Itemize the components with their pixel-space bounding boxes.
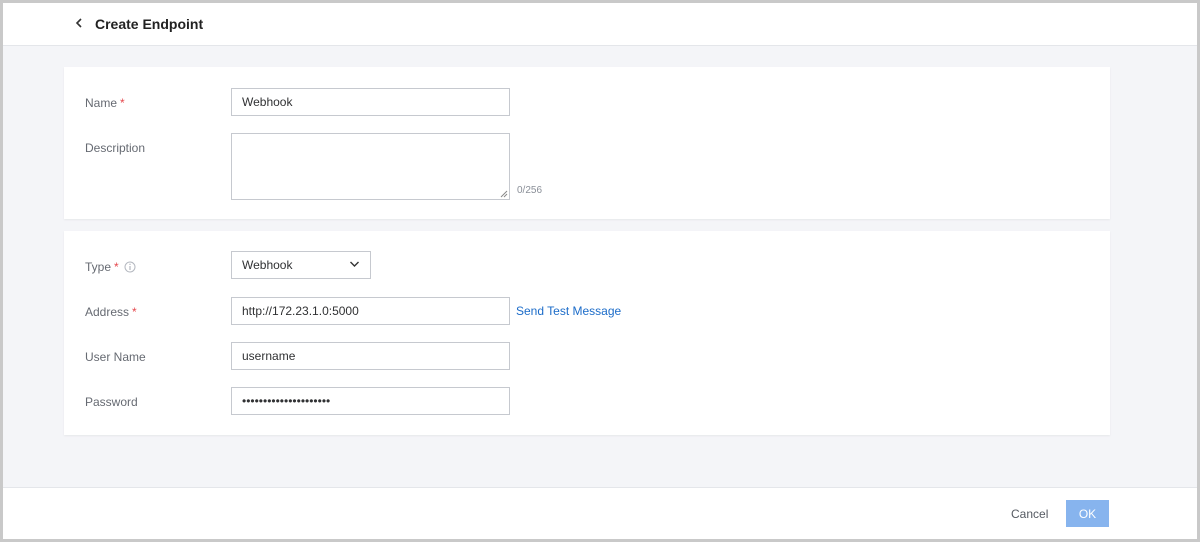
name-label: Name * — [85, 96, 125, 110]
address-input[interactable] — [231, 297, 510, 325]
page-frame: Create Endpoint Name* Description 0/256 … — [0, 0, 1200, 542]
username-label: User Name — [85, 350, 146, 364]
connection-section: Type* Webhook Address* Send Test Message… — [64, 231, 1110, 435]
page-title: Create Endpoint — [95, 16, 204, 32]
name-input[interactable] — [231, 88, 510, 116]
type-label: Type * — [85, 260, 136, 276]
resize-handle-icon[interactable] — [500, 190, 508, 198]
send-test-message-link[interactable]: Send Test Message — [516, 304, 621, 318]
required-mark: * — [132, 305, 137, 319]
required-mark: * — [120, 96, 125, 110]
type-select-value: Webhook — [242, 258, 293, 272]
chevron-down-icon — [350, 261, 359, 267]
username-input[interactable] — [231, 342, 510, 370]
page-footer: Cancel OK — [3, 487, 1197, 539]
general-section: Name* Description 0/256 — [64, 67, 1110, 219]
address-label: Address * — [85, 305, 137, 319]
password-input[interactable] — [231, 387, 510, 415]
description-char-counter: 0/256 — [517, 185, 543, 196]
ok-button[interactable]: OK — [1066, 500, 1109, 527]
password-label: Password — [85, 395, 138, 409]
type-select[interactable]: Webhook — [231, 251, 371, 279]
cancel-button[interactable]: Cancel — [1011, 507, 1048, 521]
info-icon[interactable] — [124, 261, 136, 276]
description-label: Description — [85, 141, 146, 155]
page-header: Create Endpoint — [3, 3, 1197, 46]
description-textarea[interactable] — [231, 133, 510, 200]
required-mark: * — [114, 260, 119, 274]
chevron-left-icon[interactable] — [71, 15, 87, 31]
